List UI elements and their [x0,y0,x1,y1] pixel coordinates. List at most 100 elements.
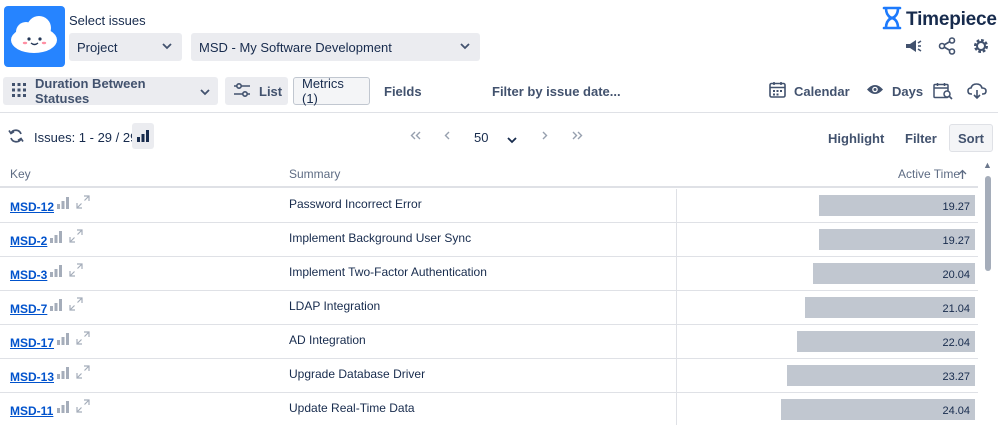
active-time-value: 20.04 [942,269,970,281]
bar-chart-icon[interactable] [57,333,70,345]
eye-icon [866,83,884,99]
issue-summary: AD Integration [289,333,366,347]
page-size-value[interactable]: 50 [474,130,488,145]
fields-label: Fields [384,83,422,99]
days-button[interactable]: Days [858,77,931,105]
bar-chart-icon[interactable] [50,231,62,243]
active-time-value: 22.04 [942,337,970,349]
expand-icon[interactable] [76,365,90,379]
fields-button[interactable]: Fields [376,77,430,105]
refresh-icon[interactable] [8,128,24,147]
filter-date-button[interactable]: Filter by issue date... [484,77,629,105]
brand-name: Timepiece [906,8,997,30]
bar-chart-icon[interactable] [57,197,70,209]
filter-button[interactable]: Filter [897,124,945,152]
table-row[interactable]: MSD-13 Upgrade Database Driver 23.27 [0,359,978,393]
issue-key-link[interactable]: MSD-3 [10,268,47,282]
table-row[interactable]: MSD-17 AD Integration 22.04 [0,325,978,359]
table-row[interactable]: MSD-7 LDAP Integration 21.04 [0,291,978,325]
table-row[interactable]: MSD-2 Implement Background User Sync 19.27 [0,223,978,257]
column-header-summary[interactable]: Summary [289,167,340,181]
filter-label: Filter [905,130,937,146]
prev-page-icon[interactable] [444,129,450,143]
issue-key-link[interactable]: MSD-2 [10,234,47,248]
bar-chart-icon[interactable] [50,299,62,311]
expand-icon[interactable] [69,229,83,243]
sort-button[interactable]: Sort [949,124,993,152]
issue-key-link[interactable]: MSD-17 [10,336,54,350]
project-value-select[interactable]: MSD - My Software Development [191,33,480,61]
table-header: Key Summary Active Time [0,160,978,188]
active-time-value: 19.27 [942,201,970,213]
project-select[interactable]: Project [69,33,182,61]
grid-icon [11,82,27,101]
calendar-search-icon[interactable] [928,77,958,105]
cell-divider [676,223,677,257]
scrollbar-thumb[interactable] [985,176,991,271]
bar-chart-icon[interactable] [57,401,70,413]
calendar-label: Calendar [794,83,850,99]
toolbar: Duration Between Statuses List Metrics (… [0,74,998,110]
expand-icon[interactable] [69,263,83,277]
days-label: Days [892,83,924,99]
bar-chart-icon[interactable] [57,367,70,379]
expand-icon[interactable] [76,399,90,413]
cell-divider [676,359,677,393]
issue-summary: Update Real-Time Data [289,401,415,415]
list-label: List [259,83,283,99]
column-header-key[interactable]: Key [10,167,31,181]
chevron-down-icon [162,42,172,53]
project-value-text: MSD - My Software Development [199,39,392,55]
filter-date-label: Filter by issue date... [492,83,621,99]
metrics-button[interactable]: Metrics (1) [293,76,370,106]
calendar-icon [769,81,786,101]
cell-divider [676,291,677,325]
hourglass-icon [882,6,902,33]
app-logo [4,6,65,67]
share-icon[interactable] [937,36,957,56]
table-row[interactable]: MSD-3 Implement Two-Factor Authentication… [0,257,978,291]
bar-chart-icon[interactable] [132,123,154,149]
list-button[interactable]: List [225,77,288,105]
top-icons [903,36,991,56]
top-bar: Select issues Project MSD - My Software … [0,0,998,72]
sort-ascending-icon[interactable] [958,168,967,183]
issue-summary: Implement Two-Factor Authentication [289,265,487,279]
expand-icon[interactable] [76,331,90,345]
chevron-down-icon[interactable] [507,132,517,147]
table-row[interactable]: MSD-12 Password Incorrect Error 19.27 [0,189,978,223]
issue-key-link[interactable]: MSD-11 [10,404,53,418]
table-row[interactable]: MSD-11 Update Real-Time Data 24.04 [0,393,978,425]
highlight-button[interactable]: Highlight [820,124,892,152]
project-select-value: Project [77,39,118,55]
cell-divider [676,393,677,425]
last-page-icon[interactable] [572,129,583,143]
active-time-value: 21.04 [942,303,970,315]
cell-divider [676,189,677,223]
next-page-icon[interactable] [542,129,548,143]
megaphone-icon[interactable] [903,36,923,56]
calendar-button[interactable]: Calendar [761,77,858,105]
expand-icon[interactable] [69,297,83,311]
cell-divider [676,257,677,291]
column-header-active-time[interactable]: Active Time [898,167,960,181]
pager-row: Issues: 1 - 29 / 29 50 Highlight Filter … [0,119,998,155]
report-type-select[interactable]: Duration Between Statuses [3,76,218,106]
issue-summary: Implement Background User Sync [289,231,472,245]
issue-key-link[interactable]: MSD-12 [10,200,54,214]
chevron-down-icon [200,84,210,99]
issue-summary: Password Incorrect Error [289,197,422,211]
highlight-label: Highlight [828,130,885,146]
cloud-download-icon[interactable] [962,77,992,105]
issue-key-link[interactable]: MSD-7 [10,302,47,316]
sliders-icon [233,82,251,100]
vertical-scrollbar[interactable]: ▲ [982,160,994,425]
first-page-icon[interactable] [410,129,421,143]
issue-key-link[interactable]: MSD-13 [10,370,54,384]
scroll-up-arrow-icon[interactable]: ▲ [983,160,992,170]
active-time-value: 23.27 [942,371,970,383]
expand-icon[interactable] [76,195,90,209]
sort-label: Sort [958,130,984,146]
bar-chart-icon[interactable] [50,265,62,277]
gear-icon[interactable] [971,36,991,56]
